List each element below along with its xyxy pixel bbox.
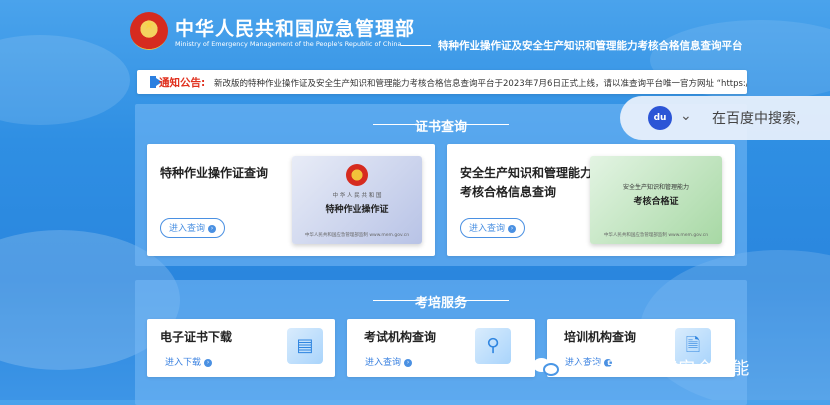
training-service-section: 考培服务 电子证书下载 进入下载 › ▤ 考试机构查询 进入查询 › ⚲ 培训机构查… [135,280,747,405]
cert-footer: 中华人民共和国应急管理部监制 www.mem.gov.cn [603,233,709,238]
card-title: 特种作业操作证查询 [160,166,269,180]
cert-footer: 中华人民共和国应急管理部监制 www.mem.gov.cn [304,233,410,238]
baidu-search-text[interactable]: 在百度中搜索, [712,108,800,128]
enter-query-link[interactable]: 进入查询 › [365,355,413,368]
card-title: 安全生产知识和管理能力 考核合格信息查询 [460,164,592,202]
arrow-right-icon: › [404,358,413,367]
special-operation-card[interactable]: 特种作业操作证查询 进入查询 › 中 华 人 民 共 和 国 特种作业操作证 中华… [147,144,435,256]
enter-query-button[interactable]: 进入查询 › [460,218,526,238]
wechat-icon [533,356,561,378]
safety-management-card[interactable]: 安全生产知识和管理能力 考核合格信息查询 进入查询 › 安全生产知识和管理能力 考… [447,144,735,256]
title-line-right [457,300,509,301]
certificate-book-icon: ▤ [287,328,323,364]
cert-name: 考核合格证 [633,197,679,207]
section-header: 考培服务 [135,290,747,311]
notice-label: 通知公告: [159,77,206,89]
notice-text[interactable]: 新改版的特种作业操作证及安全生产知识和管理能力考核合格信息查询平台于2023年7… [214,77,747,89]
national-emblem-icon: ★ [130,12,168,50]
exam-org-card[interactable]: 考试机构查询 进入查询 › ⚲ [347,319,535,377]
notice-bar[interactable]: 通知公告: 新改版的特种作业操作证及安全生产知识和管理能力考核合格信息查询平台于… [137,70,747,94]
enter-download-link[interactable]: 进入下载 › [165,355,213,368]
cert-top-text: 安全生产知识和管理能力 [622,184,689,191]
cert-top-text: 中 华 人 民 共 和 国 [332,193,382,199]
chevron-down-icon[interactable]: ⌄ [680,108,692,124]
org-name-cn: 中华人民共和国应急管理部 [175,18,416,40]
link-label: 进入下载 [165,358,202,368]
button-label: 进入查询 [469,224,506,234]
safety-management-cert-image: 安全生产知识和管理能力 考核合格证 中华人民共和国应急管理部监制 www.mem… [590,156,722,244]
card-title: 考试机构查询 [364,330,437,344]
wechat-watermark: 公众号 · 云滇安全技能 [533,354,750,380]
card-title: 电子证书下载 [160,330,233,344]
baidu-search-bar[interactable]: du ⌄ 在百度中搜索, [620,96,830,140]
header-divider [401,45,431,46]
watermark-text: 公众号 · 云滇安全技能 [569,359,751,379]
arrow-right-icon: › [204,358,213,367]
enter-query-button[interactable]: 进入查询 › [160,218,226,238]
card-title-line1: 安全生产知识和管理能力 [460,166,593,180]
card-title: 培训机构查询 [564,330,637,344]
title-line-right [457,124,509,125]
platform-title: 特种作业操作证及安全生产知识和管理能力考核合格信息查询平台 [438,40,743,52]
section-title: 考培服务 [414,296,467,311]
arrow-right-icon: › [208,224,217,233]
arrow-right-icon: › [508,224,517,233]
cert-name: 特种作业操作证 [325,205,389,215]
magnifier-icon: ⚲ [475,328,511,364]
org-name-en: Ministry of Emergency Management of the … [175,40,402,48]
link-label: 进入查询 [365,358,402,368]
card-title-line2: 考核合格信息查询 [460,185,557,199]
cert-download-card[interactable]: 电子证书下载 进入下载 › ▤ [147,319,335,377]
special-operation-cert-image: 中 华 人 民 共 和 国 特种作业操作证 中华人民共和国应急管理部监制 www… [292,156,422,244]
baidu-paw-icon: du [648,106,672,130]
cert-emblem-icon [346,164,368,186]
speaker-icon [150,76,162,88]
button-label: 进入查询 [169,224,206,234]
